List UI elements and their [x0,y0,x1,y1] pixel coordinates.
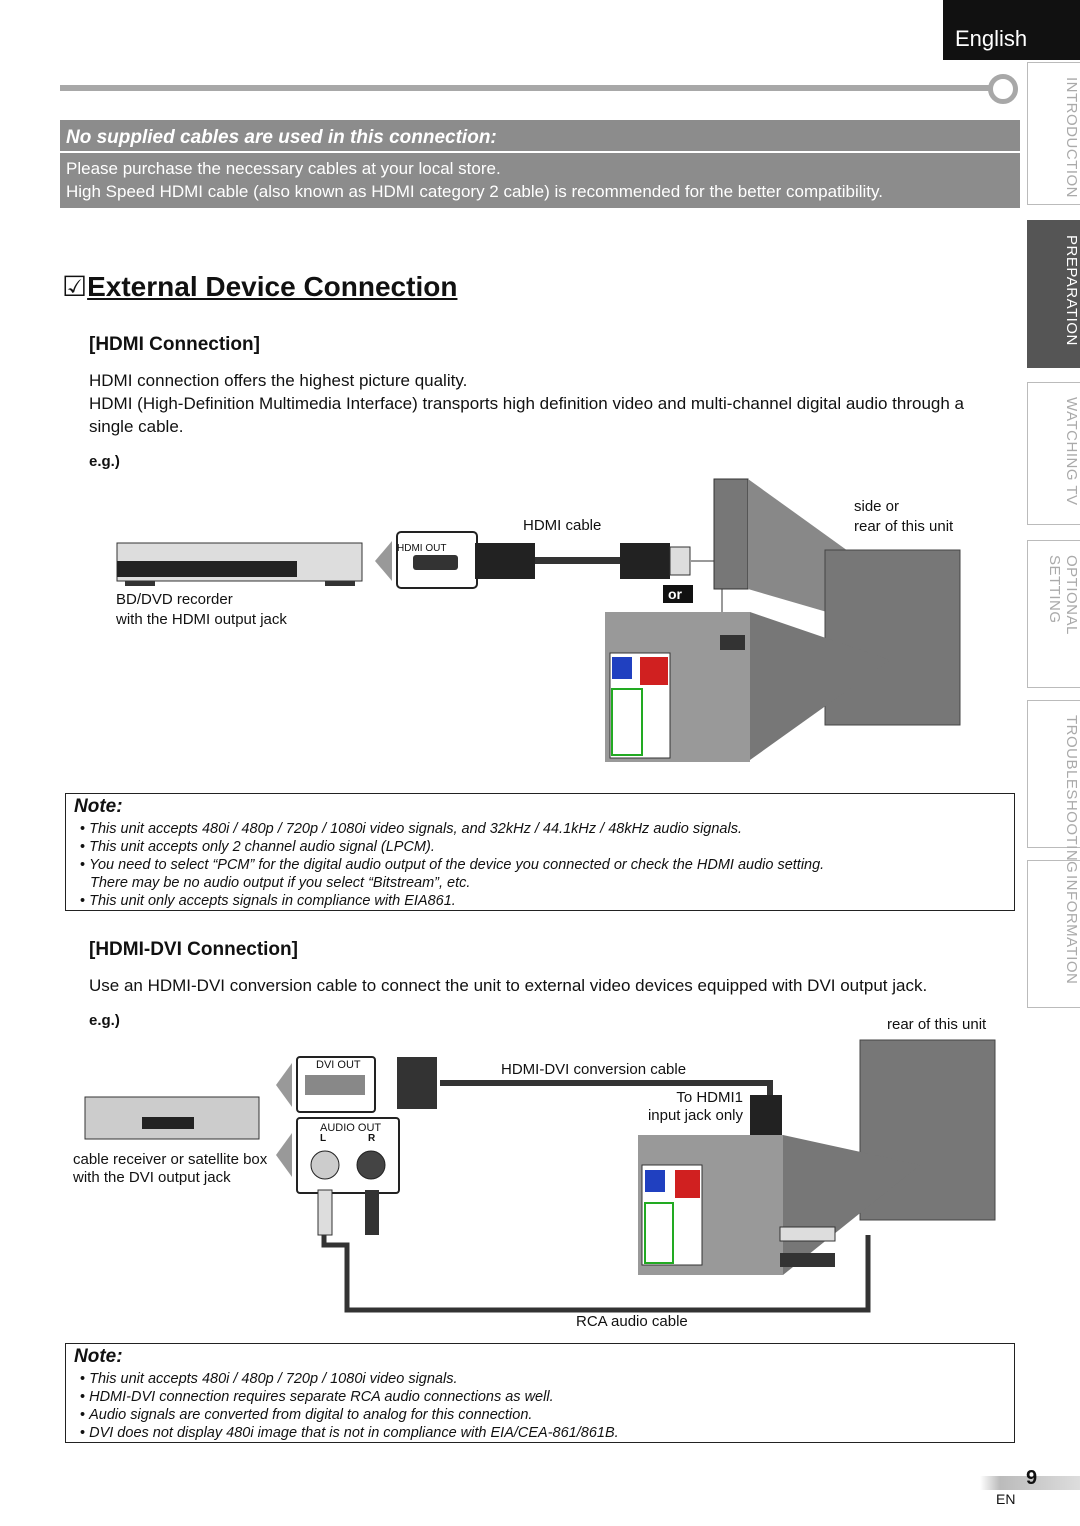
hdmi-note: Note: This unit accepts 480i / 480p / 72… [65,793,1015,911]
hdmi-dvi-para: Use an HDMI-DVI conversion cable to conn… [89,976,928,995]
audio-l-label: L [320,1133,327,1144]
bd-dvd-recorder-image [116,542,363,586]
cables-line: High Speed HDMI cable (also known as HDM… [66,182,883,201]
cables-heading: No supplied cables are used in this conn… [60,120,1020,153]
hdmi-eg: e.g.) [89,453,120,470]
rear-unit-label: rear of this unit [887,1016,987,1033]
tab-troubleshooting[interactable]: TROUBLESHOOTING [1027,700,1080,873]
hdmi-dvi-note: Note: This unit accepts 480i / 480p / 72… [65,1343,1015,1443]
page-number: 9 [1026,1467,1038,1489]
tab-watching-tv[interactable]: WATCHING TV [1027,382,1080,525]
audio-r-label: R [368,1133,376,1144]
hdmi-dvi-eg: e.g.) [89,1012,120,1029]
tab-information[interactable]: INFORMATION [1027,860,1080,1008]
hdmi-para: HDMI connection offers the highest pictu… [89,371,965,436]
header-rule [60,85,990,91]
receiver-label: cable receiver or satellite box with the … [73,1151,268,1186]
tab-introduction[interactable]: INTRODUCTION [1027,62,1080,205]
or-label: or [668,586,682,602]
hdmi-dvi-heading: [HDMI-DVI Connection] [89,939,298,960]
tab-preparation[interactable]: PREPARATION [1027,220,1080,368]
checkbox-icon: ☑ [62,271,88,302]
device-label: BD/DVD recorder with the HDMI output jack [116,591,287,628]
to-hdmi1-label: To HDMI1 input jack only [647,1089,743,1124]
cable-receiver-image [84,1096,260,1140]
hdmi-out-port-label: HDMI OUT [397,543,447,554]
dvi-out-port-label: DVI OUT [316,1059,361,1071]
rca-cable-label: RCA audio cable [576,1313,688,1330]
language-code: EN [996,1491,1016,1507]
hdmi-heading: [HDMI Connection] [89,334,260,355]
language-label: English [943,0,1080,60]
hdmi-dvi-cable-label: HDMI-DVI conversion cable [501,1061,687,1078]
page-title: ☑External Device Connection [62,271,458,302]
tab-optional-setting[interactable]: OPTIONAL SETTING [1027,540,1080,688]
hdmi-cable-label: HDMI cable [523,517,602,534]
cables-info-box: No supplied cables are used in this conn… [60,120,1020,208]
header-rule-circle [988,74,1018,104]
unit-label: side or rear of this unit [854,498,954,535]
cables-line: Please purchase the necessary cables at … [66,159,501,178]
